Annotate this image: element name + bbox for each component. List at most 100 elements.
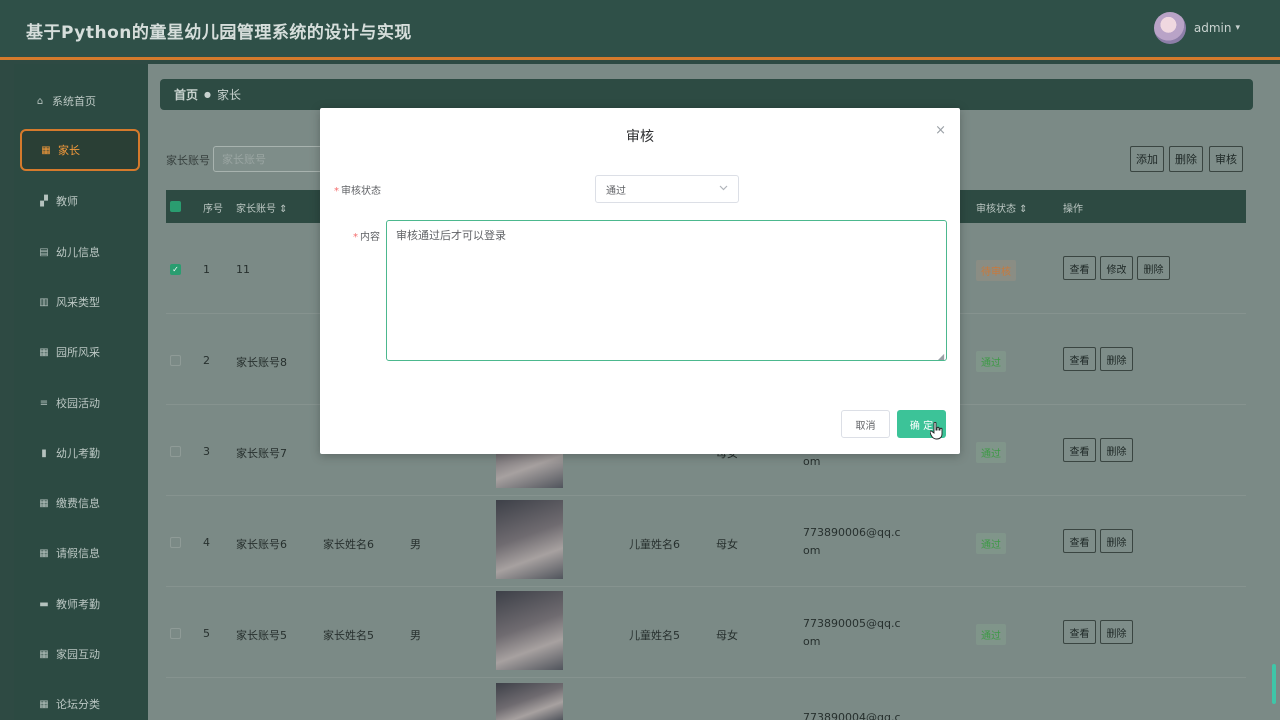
delete-row-button[interactable]: 删除 [1100,438,1133,462]
sidebar-item-children[interactable]: ▤ 幼儿信息 [20,232,140,272]
sidebar-item-activities[interactable]: ≡ 校园活动 [20,383,140,423]
sidebar-item-child-attendance[interactable]: ▮ 幼儿考勤 [20,433,140,473]
sidebar-item-label: 幼儿信息 [56,246,100,259]
row-checkbox[interactable] [170,355,181,366]
review-dialog: 审核 × * 审核状态 通过 * 内容 审核通过后才可以登录 ◢ 取消 确 定 [320,108,960,454]
sidebar-item-style-types[interactable]: ▥ 风采类型 [20,282,140,322]
status-select[interactable]: 通过 [595,175,739,203]
sidebar-item-teacher-attendance[interactable]: ▬ 教师考勤 [20,584,140,624]
parent-photo[interactable] [496,500,563,579]
cell-account: 家长账号6 [236,538,287,551]
user-name[interactable]: admin [1194,21,1232,35]
status-field-label-text: 审核状态 [341,186,381,197]
chevron-down-icon[interactable]: ▾ [1235,23,1240,33]
search-input[interactable]: 家长账号 [213,146,323,172]
row-checkbox[interactable] [170,446,181,457]
review-button[interactable]: 审核 [1209,146,1243,172]
cell-email: 773890005@qq.c om [803,617,901,648]
sidebar-item-leave[interactable]: ▦ 请假信息 [20,533,140,573]
user-menu[interactable]: admin ▾ [1153,12,1240,44]
cell-gender: 男 [410,629,421,642]
avatar[interactable] [1153,12,1186,44]
cell-index: 2 [203,354,210,367]
sidebar-item-teachers[interactable]: ▞ 教师 [20,181,140,221]
row-checkbox[interactable]: ✓ [170,264,181,275]
cell-name: 家长姓名5 [323,629,374,642]
cell-relation: 母女 [716,629,738,642]
sidebar-item-label: 风采类型 [56,296,100,309]
select-all-checkbox[interactable] [170,201,181,212]
view-button[interactable]: 查看 [1063,256,1096,280]
hand-cursor-icon [930,422,943,440]
content-textarea[interactable]: 审核通过后才可以登录 [386,220,947,361]
bar-chart-icon: ▥ [39,296,49,308]
breadcrumb-home[interactable]: 首页 [174,86,198,103]
breadcrumb-separator: ● [204,90,211,99]
close-icon[interactable]: × [935,123,946,138]
view-button[interactable]: 查看 [1063,347,1096,371]
view-button[interactable]: 查看 [1063,529,1096,553]
sidebar-item-home[interactable]: ⌂ 系统首页 [20,81,140,121]
grid-icon: ▦ [41,144,51,156]
cell-email: 773890004@qq.c [803,711,901,720]
table-row: 773890004@qq.c [166,678,1246,720]
status-badge: 通过 [976,624,1006,645]
top-bar: 基于Python的童星幼儿园管理系统的设计与实现 admin ▾ [0,0,1280,60]
sidebar-item-label: 幼儿考勤 [56,447,100,460]
status-select-value: 通过 [606,185,626,197]
required-mark: * [353,232,358,243]
parent-photo[interactable] [496,683,563,720]
sidebar-item-label: 教师 [56,195,78,208]
status-badge: 通过 [976,442,1006,463]
cell-account: 家长账号8 [236,356,287,369]
column-index: 序号 [203,204,223,215]
resize-grip-icon[interactable]: ◢ [938,352,944,361]
parent-photo[interactable] [496,591,563,670]
row-checkbox[interactable] [170,628,181,639]
content-field-label-text: 内容 [360,232,380,243]
sidebar-item-parents[interactable]: ▦ 家长 [20,129,140,171]
sidebar-item-label: 家园互动 [56,648,100,661]
cell-index: 3 [203,445,210,458]
delete-button[interactable]: 删除 [1169,146,1203,172]
cell-account: 家长账号7 [236,447,287,460]
sidebar-item-campus-style[interactable]: ▦ 园所风采 [20,332,140,372]
status-badge: 通过 [976,533,1006,554]
print-icon: ▬ [39,598,49,610]
cell-child: 儿童姓名6 [629,538,680,551]
scrollbar[interactable] [1272,664,1276,704]
sidebar-item-forum-categories[interactable]: ▦ 论坛分类 [20,684,140,720]
thumb-icon: ▞ [40,195,48,207]
sidebar-item-label: 系统首页 [52,95,96,108]
column-account[interactable]: 家长账号 ⇕ [236,200,288,215]
delete-row-button[interactable]: 删除 [1100,620,1133,644]
cell-child: 儿童姓名5 [629,629,680,642]
cancel-button[interactable]: 取消 [841,410,890,438]
sidebar-item-label: 家长 [58,144,80,157]
delete-row-button[interactable]: 删除 [1100,347,1133,371]
add-button[interactable]: 添加 [1130,146,1164,172]
status-badge: 通过 [976,351,1006,372]
sidebar-item-label: 园所风采 [56,346,100,359]
row-checkbox[interactable] [170,537,181,548]
column-status[interactable]: 审核状态 ⇕ [976,200,1028,215]
breadcrumb-current: 家长 [217,88,242,102]
delete-row-button[interactable]: 删除 [1137,256,1170,280]
grid-icon: ▦ [39,497,49,509]
search-label: 家长账号 [166,154,210,167]
table-row: 5 家长账号5 家长姓名5 男 儿童姓名5 母女 773890005@qq.c … [166,587,1246,678]
grid-icon: ▦ [39,547,49,559]
app-title: 基于Python的童星幼儿园管理系统的设计与实现 [26,23,412,43]
sidebar-item-payments[interactable]: ▦ 缴费信息 [20,483,140,523]
cell-gender: 男 [410,538,421,551]
view-button[interactable]: 查看 [1063,620,1096,644]
home-icon: ⌂ [36,95,44,107]
cell-relation: 母女 [716,538,738,551]
delete-row-button[interactable]: 删除 [1100,529,1133,553]
sidebar-item-interaction[interactable]: ▦ 家园互动 [20,634,140,674]
table-icon: ▦ [39,346,49,358]
sidebar-item-label: 请假信息 [56,547,100,560]
edit-button[interactable]: 修改 [1100,256,1133,280]
breadcrumb: 首页 ● 家长 [160,79,1253,110]
view-button[interactable]: 查看 [1063,438,1096,462]
